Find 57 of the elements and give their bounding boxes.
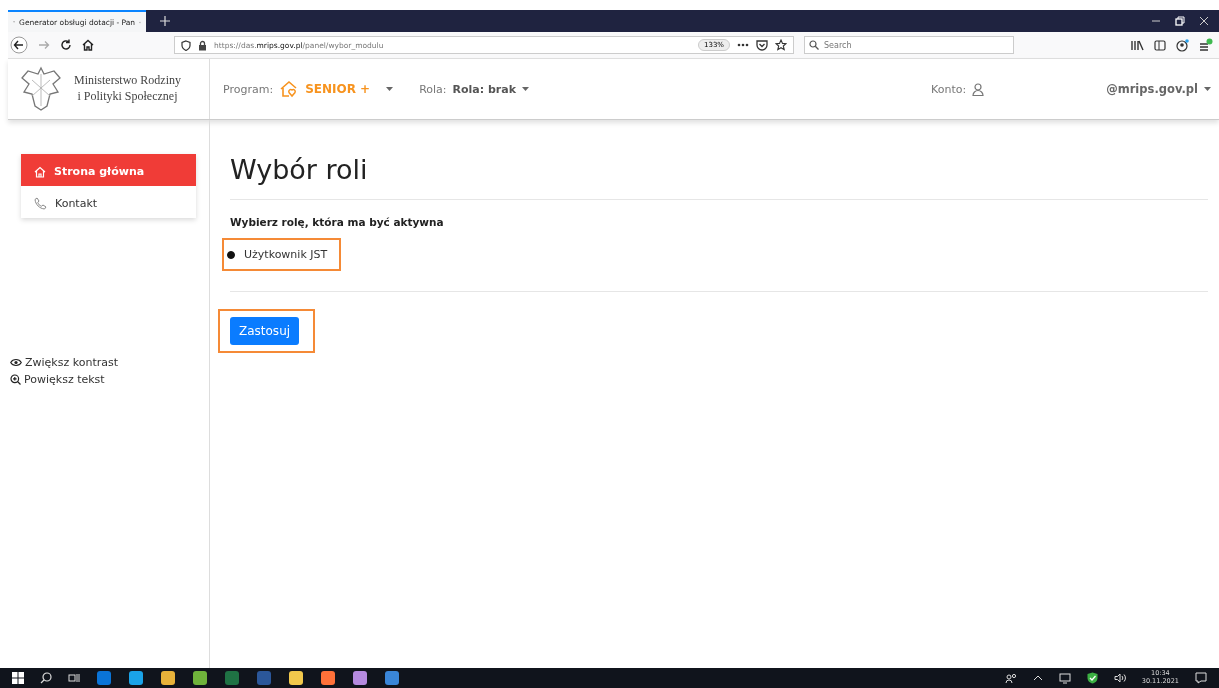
network-icon[interactable] <box>1058 672 1071 684</box>
app-icon[interactable] <box>352 670 368 686</box>
account-label: Konto: <box>931 82 967 96</box>
radio-button[interactable] <box>227 250 235 259</box>
app-icon[interactable] <box>288 670 304 686</box>
people-icon[interactable] <box>1004 673 1017 683</box>
shield-check-icon[interactable] <box>1086 672 1098 684</box>
home-icon <box>34 165 46 178</box>
eagle-emblem-icon <box>20 66 62 112</box>
library-icon[interactable] <box>1131 39 1144 51</box>
back-icon[interactable] <box>10 36 28 54</box>
reload-icon[interactable] <box>60 39 72 51</box>
star-icon[interactable] <box>775 39 787 51</box>
task-view-icon[interactable] <box>68 672 80 684</box>
home-icon[interactable] <box>82 39 94 51</box>
role-option[interactable]: Użytkownik JST <box>227 248 328 261</box>
shield-icon <box>181 39 191 51</box>
app-icon[interactable] <box>192 670 208 686</box>
sidebar-item[interactable]: Kontakt <box>21 186 196 218</box>
search-field[interactable]: Search <box>804 36 1014 54</box>
accessibility-link[interactable]: Powiększ tekst <box>10 373 209 386</box>
caret-icon[interactable] <box>386 87 394 91</box>
account-icon[interactable] <box>1176 38 1189 52</box>
app-icon[interactable] <box>128 670 144 686</box>
app-icon[interactable] <box>320 670 336 686</box>
zoom-in-icon <box>10 374 21 385</box>
phone-icon <box>34 197 47 210</box>
windows-start-icon[interactable] <box>12 672 24 684</box>
app-icon[interactable] <box>160 670 176 686</box>
sidebar-icon[interactable] <box>1154 39 1166 51</box>
restore-icon[interactable] <box>1175 16 1185 26</box>
pocket-icon[interactable] <box>756 39 768 51</box>
app-icon[interactable] <box>384 670 400 686</box>
role-prompt: Wybierz rolę, która ma być aktywna <box>230 216 445 228</box>
user-icon[interactable] <box>972 82 985 96</box>
apply-button[interactable]: Zastosuj <box>230 317 300 345</box>
chevron-up-icon[interactable] <box>1032 675 1043 681</box>
eye-icon <box>10 358 22 367</box>
menu-icon[interactable] <box>1199 38 1213 52</box>
caret-icon[interactable] <box>1204 87 1211 91</box>
caret-icon[interactable] <box>522 87 530 91</box>
program-label: Program: <box>223 82 274 96</box>
sidebar-item[interactable]: Strona główna <box>21 154 196 186</box>
page-title: Wybór roli <box>230 154 1208 200</box>
lock-icon <box>198 39 207 51</box>
accessibility-link[interactable]: Zwiększ kontrast <box>10 356 209 369</box>
speaker-icon[interactable] <box>1113 673 1126 683</box>
program-logo-text: SENIOR + <box>305 82 371 96</box>
search-icon[interactable] <box>40 672 52 684</box>
role-dropdown[interactable]: Rola: brak <box>452 82 517 96</box>
account-email[interactable]: @mrips.gov.pl <box>1106 82 1198 96</box>
more-icon[interactable] <box>737 43 749 47</box>
search-icon <box>809 40 819 50</box>
ministry-name: Ministerstwo Rodziny i Polityki Społecznej <box>74 73 181 105</box>
notification-icon[interactable] <box>1195 672 1207 684</box>
role-label: Rola: <box>419 82 447 96</box>
new-tab-icon[interactable] <box>160 16 170 26</box>
